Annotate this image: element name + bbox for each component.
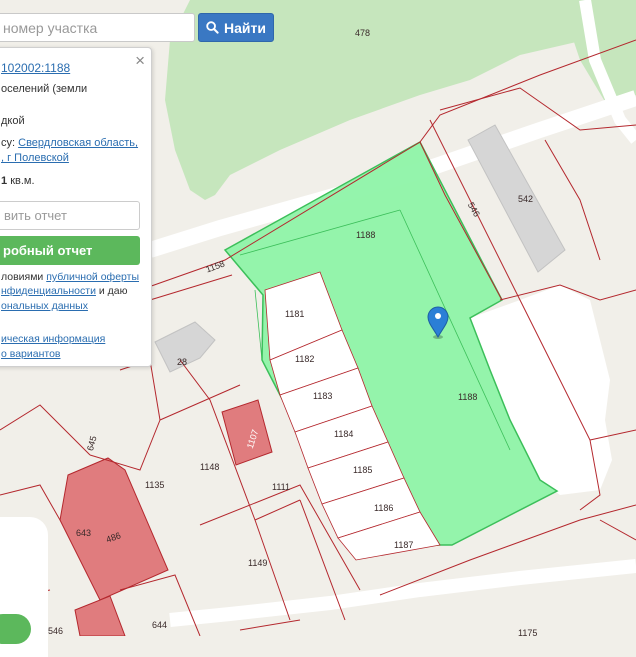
address-prefix: су: bbox=[1, 137, 16, 149]
search-input[interactable] bbox=[0, 14, 194, 41]
detailed-report-button[interactable]: робный отчет bbox=[0, 236, 140, 265]
area-unit: кв.м. bbox=[10, 175, 35, 187]
parcel-label: 1111 bbox=[272, 482, 290, 492]
parcel-label: 644 bbox=[152, 620, 167, 630]
parcel-label: 546 bbox=[48, 626, 63, 636]
address-link-city[interactable]: , г Полевской bbox=[1, 152, 69, 164]
personal-data-link[interactable]: ональных данных bbox=[1, 300, 88, 312]
parcel-label: 1188 bbox=[458, 392, 477, 402]
search-button[interactable]: Найти bbox=[198, 13, 274, 42]
green-action-button[interactable] bbox=[0, 614, 31, 644]
variants-link[interactable]: о вариантов bbox=[1, 348, 61, 360]
parcel-label: 1186 bbox=[374, 503, 393, 513]
report-input[interactable] bbox=[0, 202, 139, 229]
parcel-label: 1184 bbox=[334, 429, 353, 439]
search-field[interactable] bbox=[0, 13, 195, 42]
parcel-label: 1183 bbox=[313, 391, 332, 401]
parcel-label: 1188 bbox=[356, 230, 375, 240]
consent-text: и даю bbox=[98, 285, 128, 297]
report-field[interactable] bbox=[0, 201, 140, 230]
parcel-label: 643 bbox=[76, 528, 91, 538]
parcel-label: 1148 bbox=[200, 462, 219, 472]
use-text: дкой bbox=[1, 115, 25, 127]
parcel-label: 1149 bbox=[248, 558, 267, 568]
parcel-label: 1135 bbox=[145, 480, 164, 490]
parcel-label: 1182 bbox=[295, 354, 314, 364]
parcel-info-popup: × 102002:1188 оселений (земли дкой су: С… bbox=[0, 47, 152, 367]
parcel-label: 1187 bbox=[394, 540, 413, 550]
parcel-label: 28 bbox=[177, 357, 187, 367]
category-text: оселений (земли bbox=[1, 83, 88, 95]
public-offer-link[interactable]: публичной оферты bbox=[46, 271, 139, 283]
info-link[interactable]: ическая информация bbox=[1, 333, 105, 345]
detailed-report-label: робный отчет bbox=[3, 243, 93, 258]
area-value: 1 bbox=[1, 175, 8, 187]
address-link[interactable]: Свердловская область, bbox=[18, 137, 138, 149]
cadastral-number-link[interactable]: 102002:1188 bbox=[1, 61, 70, 75]
parcel-label: 542 bbox=[518, 194, 533, 204]
terms-prefix: ловиями bbox=[1, 271, 44, 283]
search-icon bbox=[206, 21, 219, 34]
parcel-label: 478 bbox=[355, 28, 370, 38]
search-button-label: Найти bbox=[224, 19, 266, 36]
parcel-label: 1181 bbox=[285, 309, 304, 319]
parcel-label: 1175 bbox=[518, 628, 537, 636]
close-icon[interactable]: × bbox=[135, 52, 145, 69]
privacy-link[interactable]: нфиденциальности bbox=[1, 285, 96, 297]
parcel-label: 1185 bbox=[353, 465, 372, 475]
